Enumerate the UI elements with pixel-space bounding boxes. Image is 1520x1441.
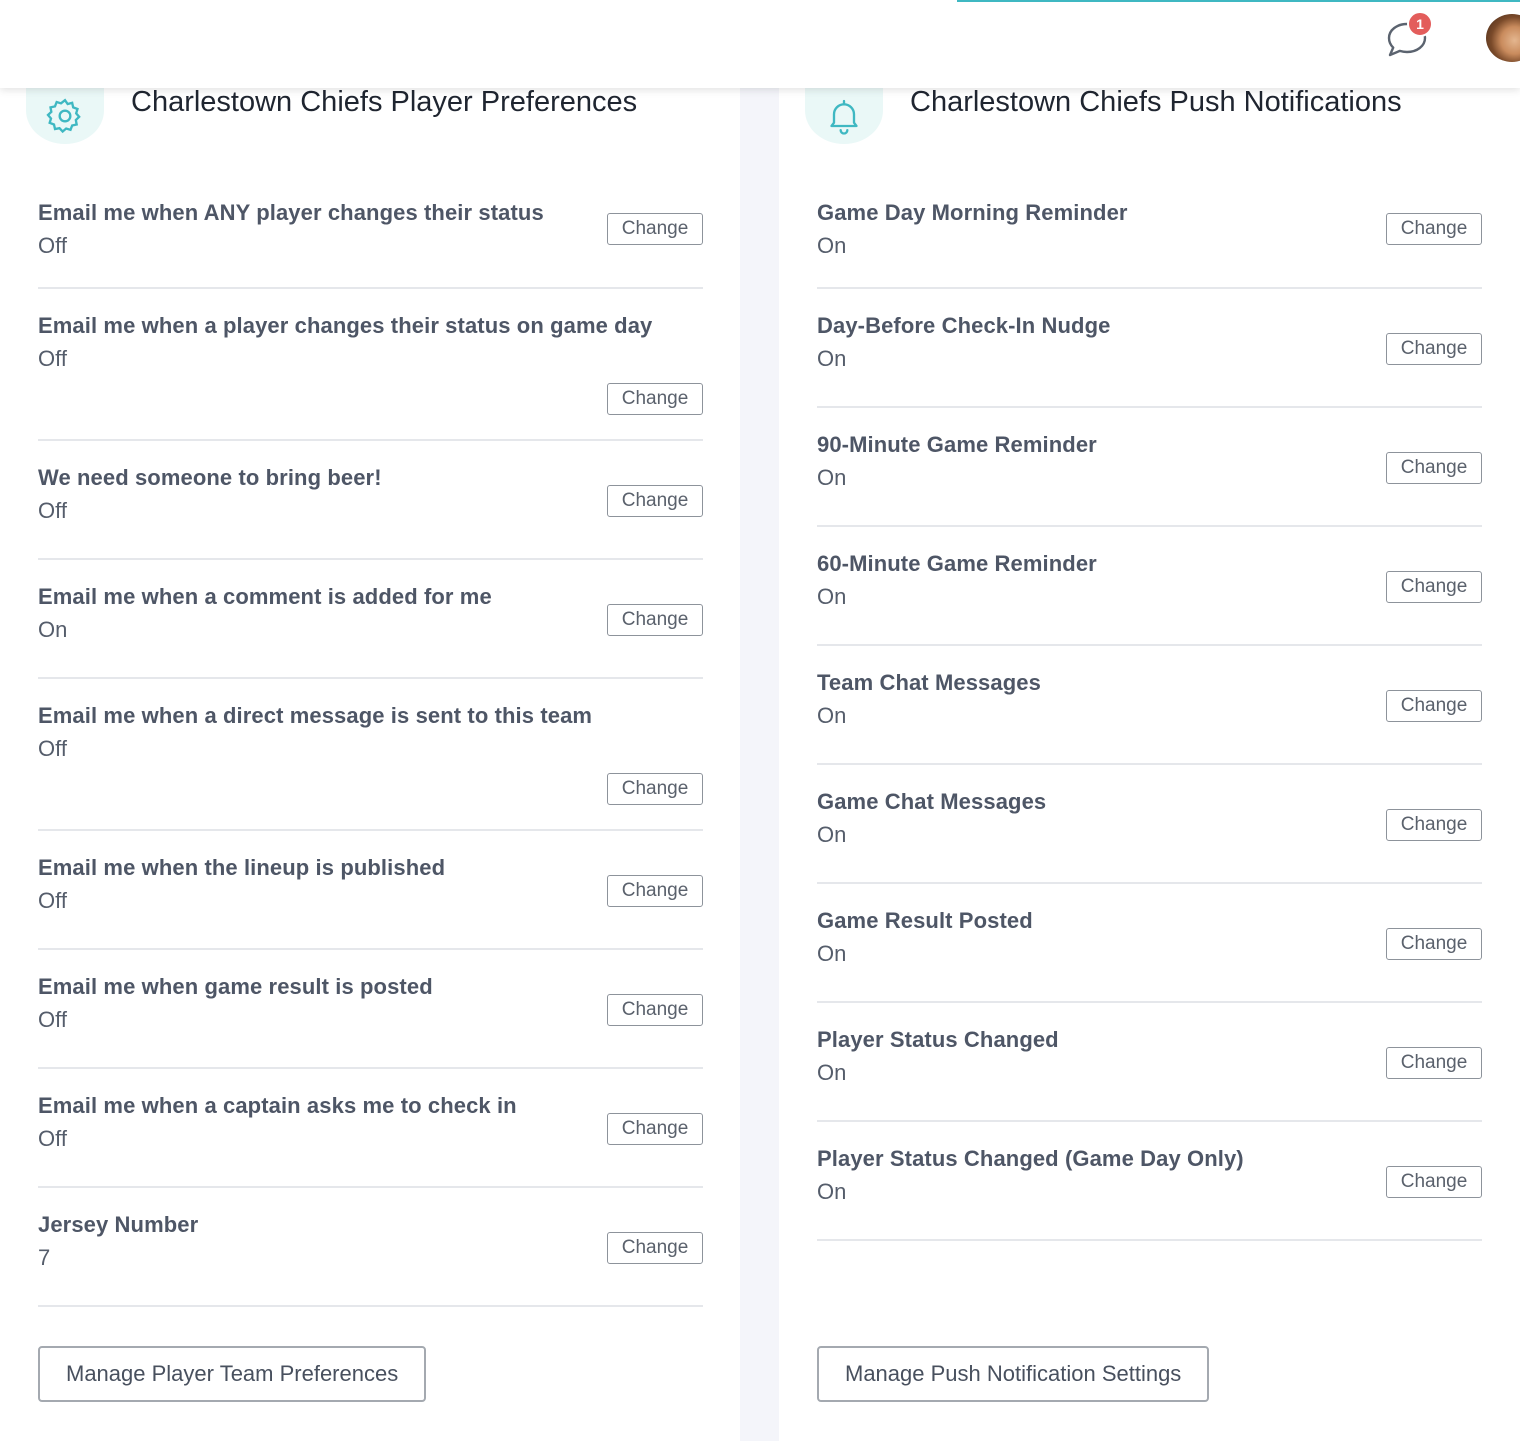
preference-row: Jersey Number 7 Change [38,1188,703,1307]
change-button[interactable]: Change [1386,809,1482,841]
preference-row: Email me when a direct message is sent t… [38,679,703,831]
preference-label: Email me when game result is posted [38,974,433,999]
preference-list: Email me when ANY player changes their s… [38,176,703,1307]
gear-icon-container [26,88,104,144]
preference-value: Off [38,346,67,371]
notification-value: On [817,1179,847,1204]
preference-label: Email me when a player changes their sta… [38,313,653,338]
preference-value: 7 [38,1245,51,1270]
notification-label: 60-Minute Game Reminder [817,551,1097,576]
preference-value: Off [38,1126,67,1151]
change-button[interactable]: Change [607,604,703,636]
preference-value: Off [38,888,67,913]
manage-player-team-preferences-button[interactable]: Manage Player Team Preferences [38,1346,427,1402]
panel-title: Charlestown Chiefs Push Notifications [910,86,1402,118]
preference-value: Off [38,498,67,523]
push-notifications-panel: Charlestown Chiefs Push Notifications Ga… [779,60,1520,1441]
change-button[interactable]: Change [1386,928,1482,960]
change-button[interactable]: Change [1386,1047,1482,1079]
notification-row: Player Status Changed On Change [817,1003,1482,1122]
avatar[interactable] [1486,14,1520,62]
notification-label: Game Chat Messages [817,789,1047,814]
change-button[interactable]: Change [607,1232,703,1264]
preference-row: Email me when a comment is added for me … [38,560,703,679]
preference-row: Email me when ANY player changes their s… [38,176,703,289]
change-button[interactable]: Change [1386,333,1482,365]
preference-label: Email me when a direct message is sent t… [38,703,593,728]
notification-row: 90-Minute Game Reminder On Change [817,408,1482,527]
notification-value: On [817,941,847,966]
player-preferences-panel: Charlestown Chiefs Player Preferences Em… [0,60,740,1441]
preference-row: Email me when a captain asks me to check… [38,1069,703,1188]
loading-progress-bar [957,0,1520,2]
notification-row: Game Day Morning Reminder On Change [817,176,1482,289]
notification-row: Game Chat Messages On Change [817,765,1482,884]
preference-value: Off [38,1007,67,1032]
notification-value: On [817,465,847,490]
preference-row: Email me when game result is posted Off … [38,950,703,1069]
preference-row: We need someone to bring beer! Off Chang… [38,441,703,560]
preference-value: On [38,617,68,642]
notification-value: On [817,233,847,258]
bell-icon-container [805,88,883,144]
notification-label: Player Status Changed (Game Day Only) [817,1146,1244,1171]
change-button[interactable]: Change [607,773,703,805]
change-button[interactable]: Change [607,994,703,1026]
notification-list: Game Day Morning Reminder On Change Day-… [817,176,1482,1241]
gear-icon [46,98,81,134]
preference-label: Email me when the lineup is published [38,855,446,880]
notification-row: Team Chat Messages On Change [817,646,1482,765]
preference-label: Email me when a comment is added for me [38,584,492,609]
top-header: 1 [0,0,1520,88]
preference-label: Email me when ANY player changes their s… [38,200,544,225]
notification-value: On [817,822,847,847]
notification-label: Game Day Morning Reminder [817,200,1128,225]
preference-value: Off [38,736,67,761]
notification-row: 60-Minute Game Reminder On Change [817,527,1482,646]
preference-row: Email me when the lineup is published Of… [38,831,703,950]
change-button[interactable]: Change [1386,571,1482,603]
change-button[interactable]: Change [1386,213,1482,245]
notification-value: On [817,703,847,728]
preference-row: Email me when a player changes their sta… [38,289,703,441]
preference-label: Jersey Number [38,1212,199,1237]
notification-row: Day-Before Check-In Nudge On Change [817,289,1482,408]
notification-value: On [817,584,847,609]
notification-badge: 1 [1407,11,1433,37]
notification-label: Player Status Changed [817,1027,1059,1052]
notification-label: Day-Before Check-In Nudge [817,313,1111,338]
notification-value: On [817,346,847,371]
change-button[interactable]: Change [1386,452,1482,484]
notification-value: On [817,1060,847,1085]
panel-title: Charlestown Chiefs Player Preferences [131,86,638,118]
notification-label: 90-Minute Game Reminder [817,432,1097,457]
change-button[interactable]: Change [607,875,703,907]
change-button[interactable]: Change [607,1113,703,1145]
notification-label: Team Chat Messages [817,670,1041,695]
notification-label: Game Result Posted [817,908,1033,933]
change-button[interactable]: Change [1386,690,1482,722]
change-button[interactable]: Change [607,485,703,517]
notification-row: Player Status Changed (Game Day Only) On… [817,1122,1482,1241]
change-button[interactable]: Change [1386,1166,1482,1198]
manage-push-notification-settings-button[interactable]: Manage Push Notification Settings [817,1346,1210,1402]
preference-value: Off [38,233,67,258]
change-button[interactable]: Change [607,213,703,245]
bell-icon [830,99,858,135]
notification-row: Game Result Posted On Change [817,884,1482,1003]
preference-label: Email me when a captain asks me to check… [38,1093,517,1118]
change-button[interactable]: Change [607,383,703,415]
preference-label: We need someone to bring beer! [38,465,382,490]
